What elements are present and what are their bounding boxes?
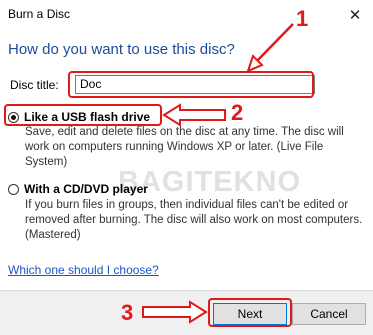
option-cd-label: With a CD/DVD player — [24, 182, 148, 196]
option-cd-dvd-player[interactable]: With a CD/DVD player — [8, 182, 148, 196]
close-icon: ✕ — [348, 7, 362, 24]
cancel-button[interactable]: Cancel — [292, 303, 366, 325]
close-button[interactable]: ✕ — [337, 0, 373, 30]
title-bar: Burn a Disc ✕ — [0, 0, 373, 30]
button-bar: Next Cancel — [0, 290, 373, 335]
disc-title-input[interactable]: Doc — [75, 75, 315, 94]
step-number-3: 3 — [121, 300, 134, 325]
radio-cd-dvd-player[interactable] — [8, 183, 19, 195]
radio-usb-flash-drive[interactable] — [8, 111, 19, 123]
arrow-1-line — [253, 23, 294, 65]
next-button[interactable]: Next — [213, 303, 287, 325]
step-number-1: 1 — [296, 6, 309, 31]
step-number-2: 2 — [231, 100, 244, 125]
burn-disc-dialog: Burn a Disc ✕ How do you want to use thi… — [0, 0, 373, 335]
option-usb-description: Save, edit and delete files on the disc … — [25, 126, 344, 168]
option-cd-description: If you burn files in groups, then indivi… — [25, 199, 363, 241]
arrow-1-head — [246, 54, 264, 73]
option-usb-flash-drive[interactable]: Like a USB flash drive — [8, 110, 150, 124]
disc-title-label: Disc title: — [10, 78, 59, 92]
option-usb-label: Like a USB flash drive — [24, 110, 151, 124]
page-heading: How do you want to use this disc? — [8, 41, 235, 58]
window-title: Burn a Disc — [8, 7, 71, 21]
help-link[interactable]: Which one should I choose? — [8, 263, 159, 277]
arrow-2-shape — [162, 103, 226, 127]
